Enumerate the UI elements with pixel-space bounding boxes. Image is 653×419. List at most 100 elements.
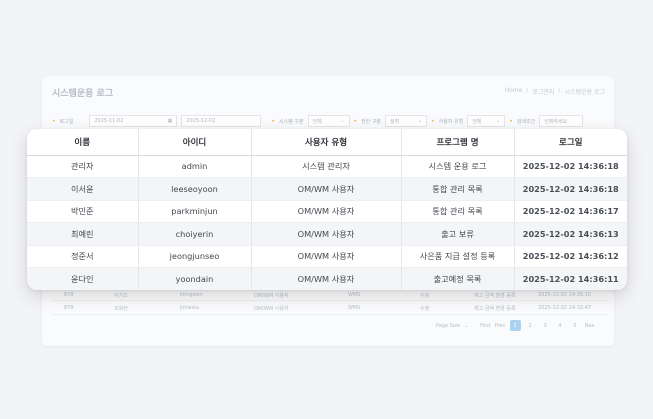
page-size-label[interactable]: Page Size: [436, 323, 460, 329]
page-title: 시스템운용 로그: [52, 89, 114, 99]
header-name[interactable]: 이름: [27, 129, 139, 156]
header-id[interactable]: 아이디: [138, 129, 252, 156]
cell-id: yoondain: [138, 267, 252, 290]
date-to-value: 2025-12-02: [186, 118, 216, 124]
row-name: 서기즈: [114, 292, 128, 299]
cell-program-name: 시스템 운용 로그: [401, 155, 515, 178]
user-type-select[interactable]: 전체 ⌄: [467, 115, 506, 127]
cell-program-name: 출고예정 목록: [401, 267, 515, 290]
next-page-button[interactable]: Nex: [585, 323, 595, 329]
page-button-2[interactable]: 2: [525, 320, 536, 331]
cell-id: choiyerin: [138, 222, 252, 246]
table-row[interactable]: 관리자 admin 시스템 관리자 시스템 운용 로그 2025-12-02 1…: [27, 155, 627, 178]
cell-user-type: OM/WM 사용자: [251, 267, 402, 290]
divider: [52, 314, 608, 315]
breadcrumb-separator: /: [558, 87, 561, 94]
date-label: 로그일: [59, 118, 74, 125]
required-dot-icon: •: [509, 117, 513, 125]
cell-log-date: 2025-12-02 14:36:18: [514, 177, 627, 201]
user-type-value: 전체: [472, 118, 482, 125]
row-number: 878: [64, 292, 74, 298]
page-button-3[interactable]: 3: [540, 320, 551, 331]
cell-id: admin: [138, 155, 252, 178]
cell-name: 정준서: [27, 245, 139, 268]
row-id: johwsla: [180, 305, 199, 311]
search-condition-value: 선택하세요: [544, 118, 568, 125]
date-from-input[interactable]: 2025-11-02 ▦: [89, 115, 178, 127]
cell-log-date: 2025-12-02 14:36:13: [514, 222, 627, 246]
row-id: kimgsien: [180, 292, 203, 298]
breadcrumb-home[interactable]: Home: [505, 87, 523, 96]
row-action: 수정: [420, 305, 430, 312]
cell-user-type: OM/WM 사용자: [251, 222, 402, 246]
row-number: 878: [64, 305, 74, 311]
page-button-1[interactable]: 1: [509, 320, 521, 331]
cell-id: jeongjunseo: [138, 245, 252, 268]
page-button-4[interactable]: 4: [555, 320, 566, 331]
row-user-type: OM/WM 사용자: [254, 292, 289, 299]
row-system: WMS: [348, 292, 361, 298]
required-dot-icon: •: [271, 117, 275, 125]
cell-log-date: 2025-12-02 14:36:12: [514, 245, 627, 268]
cell-program-name: 사은품 지급 설정 등록: [401, 245, 515, 268]
table-header-row: 이름 아이디 사용자 유형 프로그램 명 로그일: [27, 129, 627, 156]
table-row[interactable]: 878 서기즈 kimgsien OM/WM 사용자 WMS 수정 재고 금액 …: [52, 289, 608, 301]
log-table: 이름 아이디 사용자 유형 프로그램 명 로그일 관리자 admin 시스템 관…: [27, 129, 627, 290]
cell-id: leeseoyoon: [138, 177, 252, 201]
cell-program-name: 통합 관리 목록: [401, 200, 515, 223]
breadcrumb-log-management[interactable]: 로그관리: [532, 87, 554, 96]
row-date: 2025-12-02 14:35:10: [538, 292, 592, 298]
cell-name: 이서윤: [27, 177, 139, 201]
cell-log-date: 2025-12-02 14:36:17: [514, 200, 627, 223]
calendar-icon[interactable]: ▦: [168, 118, 173, 124]
search-condition-select[interactable]: 선택하세요: [539, 115, 584, 127]
header-log-date[interactable]: 로그일: [514, 129, 627, 156]
date-from-value: 2025-11-02: [94, 118, 124, 124]
chevron-down-icon: ⌄: [417, 118, 423, 124]
cell-user-type: OM/WM 사용자: [251, 245, 402, 268]
auth-type-select[interactable]: 설력 ⌄: [385, 115, 428, 127]
cell-name: 윤다인: [27, 267, 139, 290]
table-row[interactable]: 정준서 jeongjunseo OM/WM 사용자 사은품 지급 설정 등록 2…: [27, 245, 627, 268]
table-row[interactable]: 최예린 choiyerin OM/WM 사용자 출고 보류 2025-12-02…: [27, 222, 627, 246]
required-dot-icon: •: [431, 117, 435, 125]
cell-name: 관리자: [27, 155, 139, 178]
row-program: 재고 금액 변경 등록: [474, 292, 516, 299]
chevron-down-icon[interactable]: ⌄: [464, 323, 468, 329]
log-table-card: 이름 아이디 사용자 유형 프로그램 명 로그일 관리자 admin 시스템 관…: [27, 129, 627, 290]
cell-program-name: 통합 관리 목록: [401, 177, 515, 201]
prev-page-button[interactable]: Prev: [495, 323, 506, 329]
pagination: Page Size ⌄ First Prev 1 2 3 4 5 Nex: [436, 320, 594, 331]
cell-log-date: 2025-12-02 14:36:18: [514, 155, 627, 178]
row-action: 수정: [420, 292, 430, 299]
cell-name: 최예린: [27, 222, 139, 246]
table-row[interactable]: 이서윤 leeseoyoon OM/WM 사용자 통합 관리 목록 2025-1…: [27, 177, 627, 201]
auth-type-label: 권한 구분: [361, 118, 382, 125]
table-row[interactable]: 윤다인 yoondain OM/WM 사용자 출고예정 목록 2025-12-0…: [27, 267, 627, 290]
cell-user-type: 시스템 관리자: [251, 155, 402, 178]
user-type-label: 사용자 유형: [438, 118, 464, 125]
search-label: 검색조건: [516, 118, 536, 125]
row-system: WMS: [348, 305, 361, 311]
cell-program-name: 출고 보류: [401, 222, 515, 246]
breadcrumb-current: 시스템운용 로그: [564, 89, 605, 96]
breadcrumb: Home / 로그관리 / 시스템운용 로그: [505, 87, 605, 96]
header-program-name[interactable]: 프로그램 명: [401, 129, 515, 156]
system-type-select[interactable]: 전체 ⌄: [307, 115, 350, 127]
filter-bar: • 로그일 2025-11-02 ▦ 2025-12-02 • 시스템 구분 전…: [52, 114, 608, 128]
system-type-value: 전체: [312, 118, 322, 125]
date-to-input[interactable]: 2025-12-02: [181, 115, 262, 127]
header-user-type[interactable]: 사용자 유형: [251, 129, 402, 156]
cell-user-type: OM/WM 사용자: [251, 200, 402, 223]
first-page-button[interactable]: First: [480, 323, 491, 329]
page-button-5[interactable]: 5: [570, 320, 581, 331]
system-type-label: 시스템 구분: [278, 118, 304, 125]
row-user-type: OM/WM 사용자: [254, 305, 289, 312]
table-row[interactable]: 878 조화련 johwsla OM/WM 사용자 WMS 수정 재고 금액 변…: [52, 302, 608, 314]
row-name: 조화련: [114, 305, 128, 312]
row-program: 재고 금액 변경 등록: [474, 305, 516, 312]
required-dot-icon: •: [353, 117, 358, 125]
table-row[interactable]: 박민준 parkminjun OM/WM 사용자 통합 관리 목록 2025-1…: [27, 200, 627, 223]
chevron-down-icon: ⌄: [495, 118, 501, 124]
cell-log-date: 2025-12-02 14:36:11: [514, 267, 627, 290]
